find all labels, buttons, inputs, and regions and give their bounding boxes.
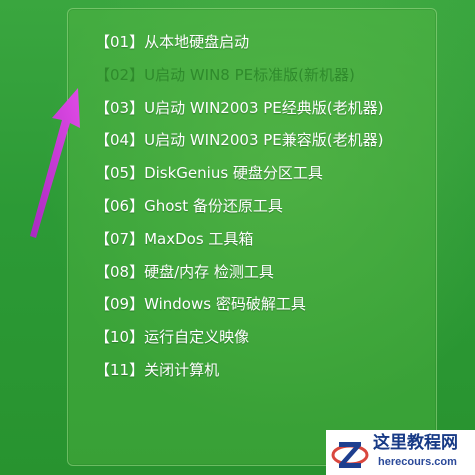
menu-item-ghost[interactable]: 【06】Ghost 备份还原工具: [67, 190, 435, 223]
menu-item-custom-image[interactable]: 【10】运行自定义映像: [67, 321, 435, 354]
arrow-shape: [30, 88, 80, 238]
watermark-title: 这里教程网: [373, 433, 458, 453]
menu-item-label: 【05】DiskGenius 硬盘分区工具: [95, 164, 323, 183]
menu-item-win2003-pe-compatible[interactable]: 【04】U启动 WIN2003 PE兼容版(老机器): [67, 124, 435, 157]
menu-item-maxdos[interactable]: 【07】MaxDos 工具箱: [67, 223, 435, 256]
menu-item-shutdown[interactable]: 【11】关闭计算机: [67, 354, 435, 387]
watermark: 这里教程网 herecours.com: [326, 430, 475, 475]
menu-item-label: 【10】运行自定义映像: [95, 328, 250, 347]
menu-item-local-disk[interactable]: 【01】从本地硬盘启动: [67, 26, 435, 59]
site-logo-icon: [331, 442, 369, 468]
menu-item-diskgenius[interactable]: 【05】DiskGenius 硬盘分区工具: [67, 157, 435, 190]
menu-item-label: 【09】Windows 密码破解工具: [95, 295, 306, 314]
menu-item-password-crack[interactable]: 【09】Windows 密码破解工具: [67, 288, 435, 321]
menu-item-hardware-test[interactable]: 【08】硬盘/内存 检测工具: [67, 256, 435, 289]
menu-item-label: 【03】U启动 WIN2003 PE经典版(老机器): [95, 98, 384, 117]
watermark-url: herecours.com: [378, 456, 457, 468]
menu-item-label: 【04】U启动 WIN2003 PE兼容版(老机器): [95, 131, 384, 150]
menu-item-label: 【07】MaxDos 工具箱: [95, 229, 254, 248]
annotation-arrow-icon: [30, 88, 80, 238]
menu-item-label: 【08】硬盘/内存 检测工具: [95, 262, 274, 281]
menu-item-label: 【11】关闭计算机: [95, 360, 220, 379]
menu-item-win8-pe[interactable]: 【02】U启动 WIN8 PE标准版(新机器): [67, 59, 435, 92]
menu-item-win2003-pe-classic[interactable]: 【03】U启动 WIN2003 PE经典版(老机器): [67, 92, 435, 125]
menu-item-label: 【06】Ghost 备份还原工具: [95, 196, 283, 215]
menu-item-label: 【01】从本地硬盘启动: [95, 33, 250, 51]
boot-menu: 【01】从本地硬盘启动 【02】U启动 WIN8 PE标准版(新机器) 【03】…: [67, 26, 435, 387]
menu-item-label: 【02】U启动 WIN8 PE标准版(新机器): [95, 65, 355, 84]
